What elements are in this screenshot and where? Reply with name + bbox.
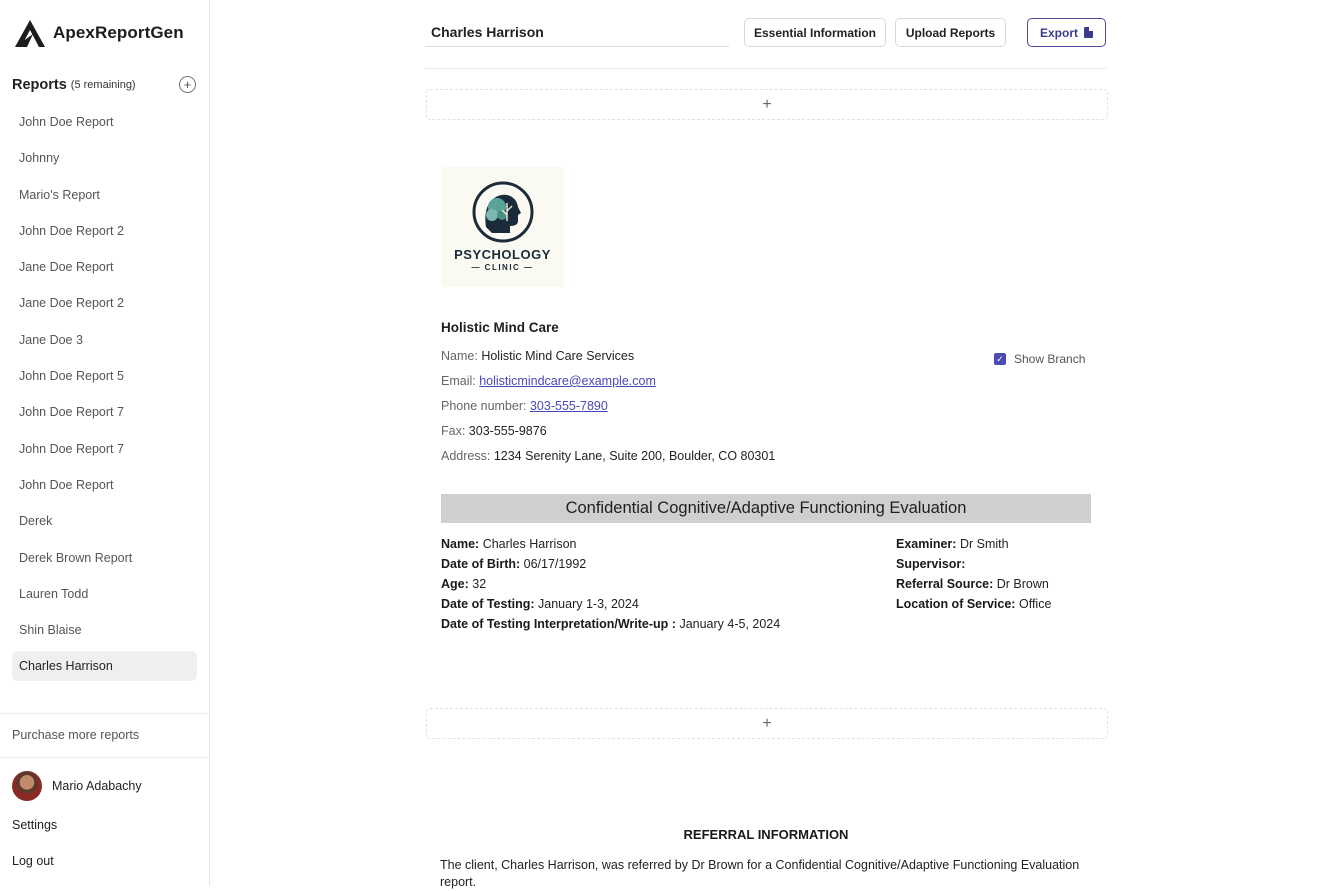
detail-name: Name: Charles Harrison xyxy=(441,537,576,551)
clinic-address-line: Address: 1234 Serenity Lane, Suite 200, … xyxy=(441,449,775,463)
upload-reports-button[interactable]: Upload Reports xyxy=(895,18,1006,47)
report-item[interactable]: Lauren Todd xyxy=(12,579,197,609)
report-item[interactable]: John Doe Report 2 xyxy=(12,216,197,246)
reports-remaining: (5 remaining) xyxy=(70,79,136,91)
clinic-title: Holistic Mind Care xyxy=(441,320,559,335)
app-name: ApexReportGen xyxy=(53,23,184,42)
detail-value: January 4-5, 2024 xyxy=(679,617,781,631)
export-button[interactable]: Export xyxy=(1027,18,1106,47)
detail-value: Office xyxy=(1018,597,1052,611)
report-item[interactable]: Jane Doe Report xyxy=(12,252,197,282)
evaluation-title: Confidential Cognitive/Adaptive Function… xyxy=(441,494,1091,523)
detail-examiner: Examiner: Dr Smith xyxy=(896,537,1009,551)
sidebar: ApexReportGen Reports (5 remaining) + Jo… xyxy=(0,0,210,886)
detail-label: Age: xyxy=(441,577,469,591)
clinic-name-line: Name: Holistic Mind Care Services xyxy=(441,349,634,363)
report-item[interactable]: Shin Blaise xyxy=(12,615,197,645)
clinic-phone-line: Phone number: 303-555-7890 xyxy=(441,399,608,413)
sidebar-divider xyxy=(0,757,209,758)
detail-label: Date of Birth: xyxy=(441,557,521,571)
clinic-fax-line: Fax: 303-555-9876 xyxy=(441,424,547,438)
clinic-email-link[interactable]: holisticmindcare@example.com xyxy=(479,374,656,388)
show-branch-label: Show Branch xyxy=(1014,352,1086,366)
detail-date-of-testing: Date of Testing: January 1-3, 2024 xyxy=(441,597,639,611)
report-item[interactable]: John Doe Report 7 xyxy=(12,434,197,464)
detail-value: Dr Smith xyxy=(959,537,1009,551)
address-label: Address: xyxy=(441,449,491,463)
email-label: Email: xyxy=(441,374,476,388)
detail-label: Name: xyxy=(441,537,480,551)
detail-referral-source: Referral Source: Dr Brown xyxy=(896,577,1049,591)
avatar xyxy=(12,771,42,801)
report-list: John Doe Report Johnny Mario's Report Jo… xyxy=(12,107,197,688)
detail-writeup-date: Date of Testing Interpretation/Write-up … xyxy=(441,617,780,631)
report-item-active[interactable]: Charles Harrison xyxy=(12,651,197,682)
essential-information-button[interactable]: Essential Information xyxy=(744,18,886,47)
detail-value: Dr Brown xyxy=(996,577,1049,591)
add-section-button[interactable]: + xyxy=(426,89,1108,120)
phone-label: Phone number: xyxy=(441,399,527,413)
report-item[interactable]: John Doe Report xyxy=(12,470,197,500)
report-item[interactable]: Jane Doe 3 xyxy=(12,325,197,355)
add-report-button[interactable]: + xyxy=(179,76,196,93)
report-item[interactable]: John Doe Report 7 xyxy=(12,397,197,427)
detail-label: Referral Source: xyxy=(896,577,994,591)
file-icon xyxy=(1084,27,1093,38)
reports-title: Reports xyxy=(12,77,67,93)
clinic-name: Holistic Mind Care Services xyxy=(481,349,635,363)
detail-label: Date of Testing Interpretation/Write-up … xyxy=(441,617,676,631)
report-item[interactable]: John Doe Report xyxy=(12,107,197,137)
fax-label: Fax: xyxy=(441,424,466,438)
detail-label: Location of Service: xyxy=(896,597,1016,611)
report-item[interactable]: John Doe Report 5 xyxy=(12,361,197,391)
user-name: Mario Adabachy xyxy=(52,779,142,793)
show-branch-toggle[interactable]: ✓ Show Branch xyxy=(994,352,1085,366)
report-name-input[interactable] xyxy=(425,18,729,47)
clinic-logo: PSYCHOLOGY — CLINIC — xyxy=(441,167,564,287)
toolbar-divider xyxy=(425,68,1107,69)
clinic-fax: 303-555-9876 xyxy=(468,424,547,438)
detail-value: January 1-3, 2024 xyxy=(538,597,639,611)
clinic-logo-subtitle: — CLINIC — xyxy=(471,263,534,272)
detail-value: Charles Harrison xyxy=(482,537,577,551)
detail-value: 32 xyxy=(472,577,487,591)
logout-link[interactable]: Log out xyxy=(12,854,54,868)
detail-age: Age: 32 xyxy=(441,577,486,591)
referral-title: REFERRAL INFORMATION xyxy=(683,827,849,842)
report-item[interactable]: Mario's Report xyxy=(12,180,197,210)
clinic-email-line: Email: holisticmindcare@example.com xyxy=(441,374,656,388)
detail-value: 06/17/1992 xyxy=(523,557,587,571)
user-profile[interactable]: Mario Adabachy xyxy=(12,771,142,801)
detail-dob: Date of Birth: 06/17/1992 xyxy=(441,557,586,571)
clinic-address: 1234 Serenity Lane, Suite 200, Boulder, … xyxy=(493,449,776,463)
detail-location: Location of Service: Office xyxy=(896,597,1051,611)
detail-label: Date of Testing: xyxy=(441,597,535,611)
clinic-logo-title: PSYCHOLOGY xyxy=(454,247,551,262)
reports-header: Reports (5 remaining) + xyxy=(12,75,197,95)
app-logo[interactable]: ApexReportGen xyxy=(13,18,184,48)
purchase-more-reports-link[interactable]: Purchase more reports xyxy=(12,728,139,742)
report-item[interactable]: Derek xyxy=(12,506,197,536)
add-section-button[interactable]: + xyxy=(426,708,1108,739)
report-item[interactable]: Johnny xyxy=(12,143,197,173)
sidebar-divider xyxy=(0,713,209,714)
name-label: Name: xyxy=(441,349,478,363)
detail-label: Supervisor: xyxy=(896,557,966,571)
export-label: Export xyxy=(1039,25,1078,40)
detail-label: Examiner: xyxy=(896,537,957,551)
detail-supervisor: Supervisor: xyxy=(896,557,965,571)
apex-logo-icon xyxy=(15,20,45,47)
psychology-head-icon xyxy=(472,181,533,243)
settings-link[interactable]: Settings xyxy=(12,818,57,832)
report-item[interactable]: Derek Brown Report xyxy=(12,543,197,573)
checkbox-checked-icon[interactable]: ✓ xyxy=(994,353,1006,365)
clinic-phone-link[interactable]: 303-555-7890 xyxy=(530,399,608,413)
report-item[interactable]: Jane Doe Report 2 xyxy=(12,288,197,318)
